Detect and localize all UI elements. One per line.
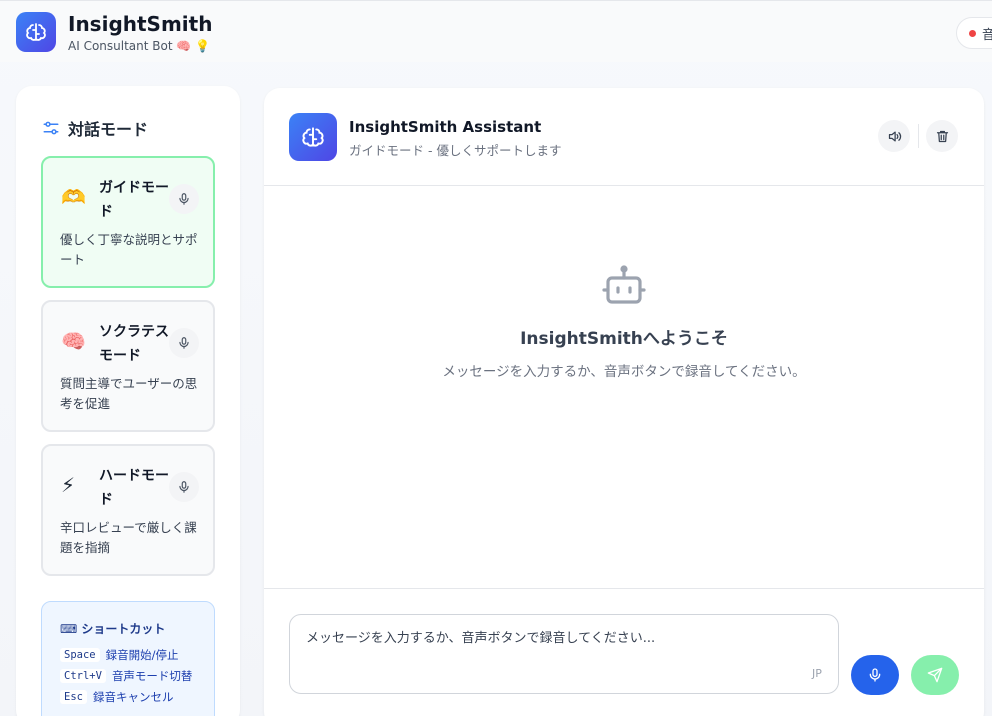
shortcut-row: Ctrl+V 音声モード切替 bbox=[60, 668, 192, 684]
brain-icon bbox=[16, 12, 56, 52]
shortcut-key: Space bbox=[60, 648, 100, 662]
speaker-button[interactable] bbox=[878, 120, 910, 152]
mic-icon bbox=[179, 337, 189, 349]
shortcut-row: Space 録音開始/停止 bbox=[60, 647, 178, 663]
lightning-icon: ⚡ bbox=[61, 473, 76, 497]
clear-chat-button[interactable] bbox=[926, 120, 958, 152]
shortcut-key: Ctrl+V bbox=[60, 669, 106, 683]
keyboard-icon: ⌨ bbox=[60, 621, 78, 636]
mode-name: ハードモード bbox=[99, 468, 169, 508]
status-dot-icon bbox=[969, 29, 976, 37]
chat-panel: InsightSmith Assistant ガイドモード - 優しくサポートし… bbox=[264, 88, 984, 716]
shortcut-label: 音声モード切替 bbox=[111, 669, 193, 683]
heart-hands-icon: 🫶 bbox=[61, 185, 86, 209]
bot-icon bbox=[602, 265, 646, 304]
mode-card-socratic[interactable]: 🧠 ソクラテスモード 質問主導でユーザーの思考を促進 bbox=[41, 300, 215, 432]
mode-card-guide[interactable]: 🫶 ガイドモード 優しく丁寧な説明とサポート bbox=[41, 156, 215, 288]
top-bar: InsightSmith AI Consultant Bot 🧠 💡 音 bbox=[0, 0, 992, 62]
sidebar-heading: 対話モード bbox=[42, 116, 148, 140]
shortcut-label: 録音開始/停止 bbox=[105, 648, 179, 662]
header-divider bbox=[918, 124, 919, 148]
mode-voice-button[interactable] bbox=[169, 472, 199, 502]
trash-icon bbox=[936, 130, 948, 142]
shortcut-label: 録音キャンセル bbox=[92, 690, 174, 704]
brain-emoji-icon: 🧠 bbox=[61, 329, 86, 353]
record-button[interactable] bbox=[851, 655, 899, 695]
speaker-icon bbox=[888, 131, 901, 141]
mic-icon bbox=[869, 668, 881, 682]
brain-icon bbox=[302, 127, 324, 147]
mode-description: 優しく丁寧な説明とサポート bbox=[60, 232, 198, 267]
language-tag: JP bbox=[812, 667, 822, 680]
sidebar-heading-label: 対話モード bbox=[68, 120, 149, 139]
voice-status-indicator[interactable]: 音 bbox=[956, 17, 992, 49]
mic-icon bbox=[179, 193, 189, 205]
mic-icon bbox=[179, 481, 189, 493]
chat-subtitle: ガイドモード - 優しくサポートします bbox=[349, 143, 562, 158]
welcome-title: InsightSmithへようこそ bbox=[520, 329, 728, 349]
mode-description: 辛口レビューで厳しく課題を指摘 bbox=[60, 520, 197, 555]
mode-description: 質問主導でユーザーの思考を促進 bbox=[60, 376, 198, 411]
mode-card-hard[interactable]: ⚡ ハードモード 辛口レビューで厳しく課題を指摘 bbox=[41, 444, 215, 576]
assistant-avatar bbox=[289, 113, 337, 161]
shortcut-key: Esc bbox=[60, 690, 87, 704]
chat-title: InsightSmith Assistant bbox=[349, 118, 542, 136]
send-button[interactable] bbox=[911, 655, 959, 695]
mode-name: ガイドモード bbox=[99, 180, 169, 220]
shortcut-panel: ⌨ ショートカット Space 録音開始/停止 Ctrl+V 音声モード切替 E… bbox=[41, 601, 215, 716]
send-icon bbox=[927, 667, 943, 683]
app-title: InsightSmith bbox=[68, 12, 213, 36]
shortcut-title-label: ショートカット bbox=[81, 622, 166, 636]
composer: JP bbox=[264, 588, 984, 716]
welcome-subtitle: メッセージを入力するか、音声ボタンで録音してください。 bbox=[442, 364, 806, 380]
app-subtitle: AI Consultant Bot 🧠 💡 bbox=[68, 39, 211, 53]
shortcut-title: ⌨ ショートカット bbox=[60, 620, 165, 637]
sidebar: 対話モード 🫶 ガイドモード 優しく丁寧な説明とサポート 🧠 ソクラテスモード … bbox=[16, 86, 240, 716]
sliders-icon bbox=[43, 121, 59, 135]
chat-header: InsightSmith Assistant ガイドモード - 優しくサポートし… bbox=[264, 88, 984, 186]
status-label: 音 bbox=[982, 27, 992, 43]
shortcut-row: Esc 録音キャンセル bbox=[60, 689, 173, 705]
message-input[interactable] bbox=[289, 614, 839, 694]
mode-voice-button[interactable] bbox=[169, 328, 199, 358]
mode-name: ソクラテスモード bbox=[99, 324, 169, 364]
mode-voice-button[interactable] bbox=[169, 184, 199, 214]
